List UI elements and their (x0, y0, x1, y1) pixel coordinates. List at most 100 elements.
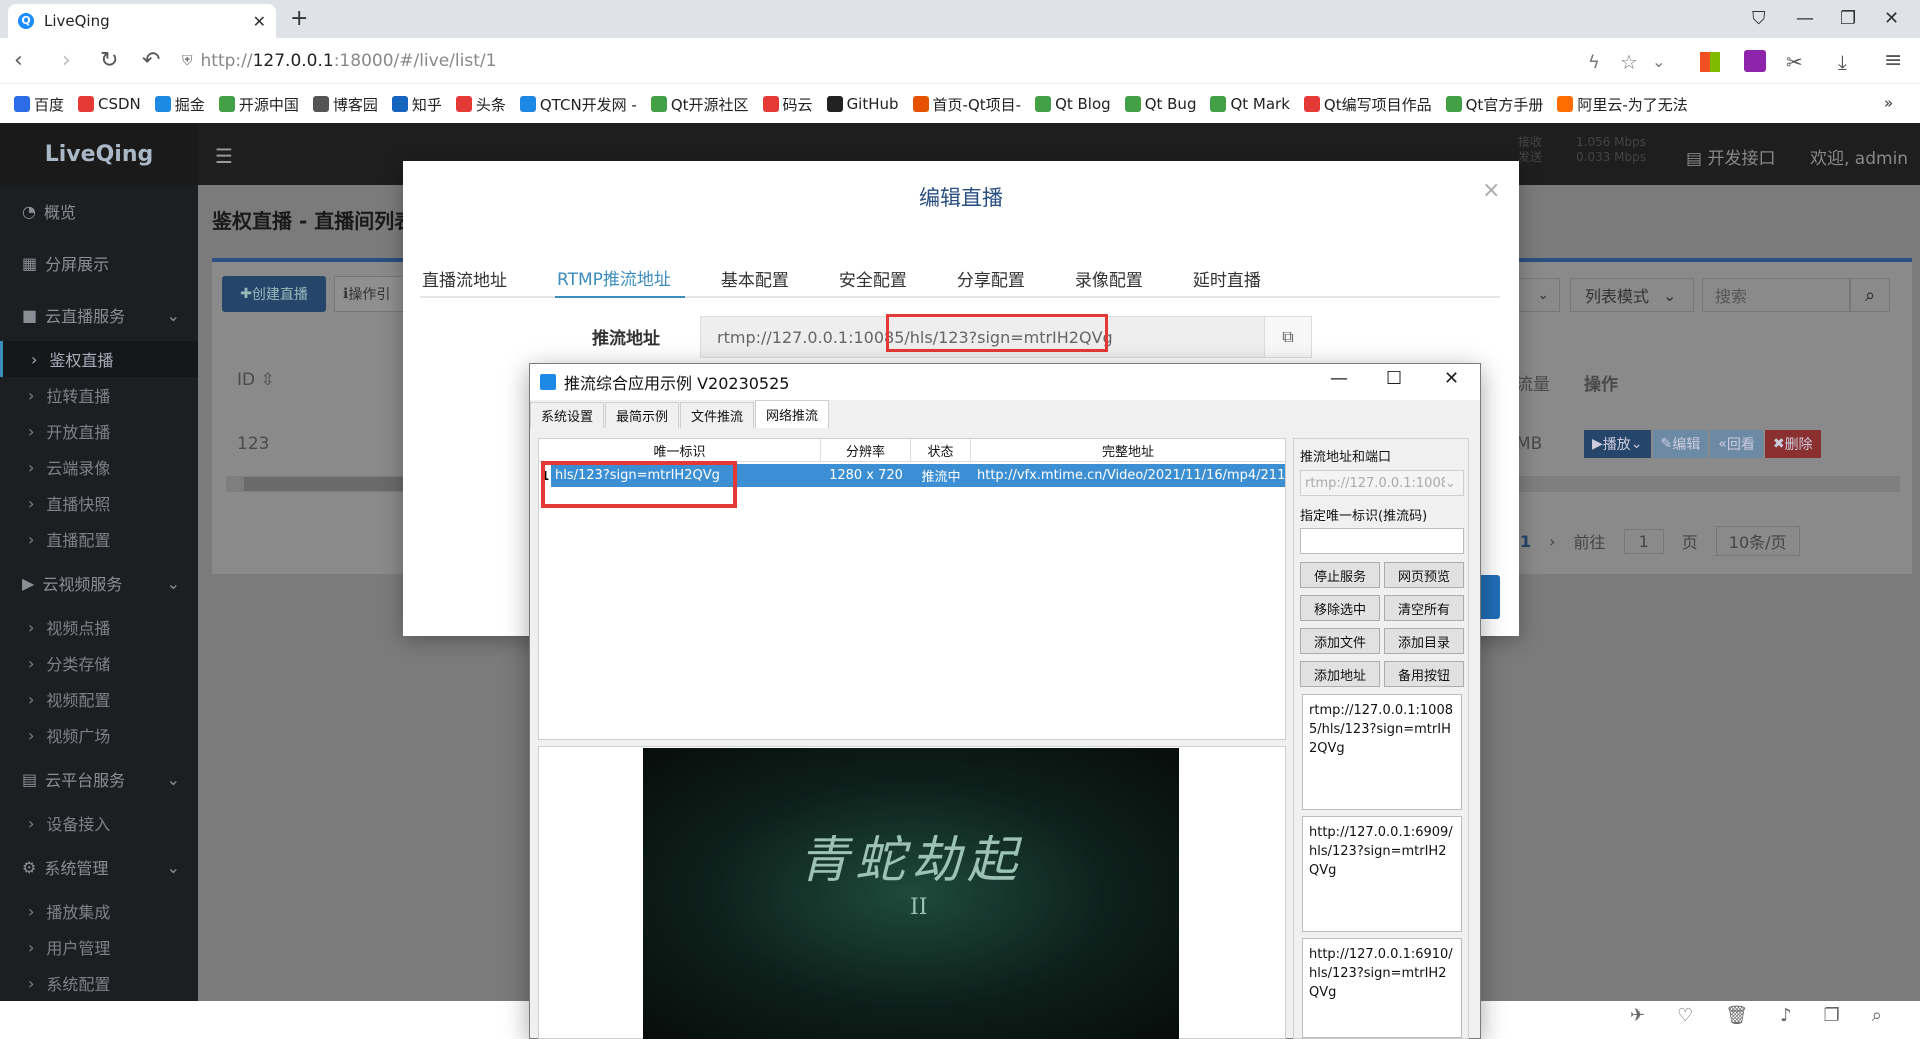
bookmark-item[interactable]: QTCN开发网 - (519, 94, 637, 115)
bookmark-item[interactable]: Qt官方手册 (1445, 94, 1543, 115)
bookmark-item[interactable]: 开源中国 (218, 94, 299, 115)
stream-id-input[interactable] (1300, 528, 1464, 554)
col-id-header[interactable]: ID ⇳ (237, 370, 275, 390)
copy-icon[interactable]: ⧉ (1264, 316, 1312, 358)
chevron-down-icon[interactable]: ⌄ (1652, 52, 1665, 71)
page-size-select[interactable]: 10条/页 (1715, 526, 1800, 556)
health-icon[interactable]: ♡ (1677, 1005, 1693, 1026)
bookmark-item[interactable]: Qt Mark (1210, 95, 1290, 113)
col-header-url[interactable]: 完整地址 (971, 439, 1285, 461)
welcome-user[interactable]: 欢迎, admin (1810, 144, 1908, 169)
window-tab[interactable]: 文件推流 (680, 402, 755, 428)
restore-icon[interactable]: ❐ (1840, 8, 1856, 29)
bookmark-item[interactable]: 知乎 (391, 94, 442, 115)
bookmark-item[interactable]: CSDN (78, 95, 141, 113)
bookmark-item[interactable]: 百度 (14, 94, 64, 115)
zoom-icon[interactable]: ⌕ (1872, 1005, 1882, 1026)
sidebar-group[interactable]: ▤ 云平台服务 ⌄ (0, 753, 198, 805)
bookmark-item[interactable]: 码云 (762, 94, 813, 115)
modal-tab[interactable]: 安全配置 (837, 258, 921, 298)
bookmark-item[interactable]: Qt Blog (1035, 95, 1111, 113)
download-icon[interactable]: ⤓ (1838, 50, 1847, 74)
sidebar-group[interactable]: ■ 云直播服务 ⌄ (0, 289, 198, 341)
hamburger-icon[interactable]: ☰ (215, 144, 233, 168)
operation-guide-button[interactable]: ℹ 操作引 (334, 276, 404, 312)
play-button[interactable]: ▶ 播放 ⌄ (1584, 430, 1651, 458)
scrollbar-thumb[interactable] (244, 477, 414, 491)
col-header-status[interactable]: 状态 (911, 439, 971, 461)
sidebar-subitem[interactable]: › 设备接入 (0, 805, 198, 841)
sidebar-group[interactable]: ▶ 云视频服务 ⌄ (0, 557, 198, 609)
reload-icon[interactable]: ↻ (100, 48, 118, 73)
sidebar-subitem[interactable]: › 直播配置 (0, 521, 198, 557)
sidebar-subitem[interactable]: › 播放集成 (0, 893, 198, 929)
modal-tab[interactable]: RTMP推流地址 (555, 258, 685, 298)
add-url-button[interactable]: 添加地址 (1300, 661, 1380, 687)
edit-button[interactable]: ✎ 编辑 (1652, 430, 1709, 458)
next-page-icon[interactable]: › (1549, 532, 1555, 551)
sidebar-subitem[interactable]: › 分类存储 (0, 645, 198, 681)
rtmp-url-text[interactable]: rtmp://127.0.0.1:10085/hls/123?sign=mtrI… (1302, 694, 1462, 810)
list-mode-select[interactable]: 列表模式 ⌄ (1570, 278, 1694, 312)
sidebar-subitem[interactable]: › 系统配置 (0, 965, 198, 1001)
spare-button[interactable]: 备用按钮 (1384, 661, 1464, 687)
url-field[interactable]: ⛨ http://127.0.0.1:18000/#/live/list/1 (176, 44, 1676, 78)
extension-icon[interactable] (1744, 50, 1766, 72)
sidebar-subitem[interactable]: › 视频广场 (0, 717, 198, 753)
win-maximize-icon[interactable]: ☐ (1386, 368, 1402, 389)
add-file-button[interactable]: 添加文件 (1300, 628, 1380, 654)
window-icon[interactable]: ❐ (1824, 1005, 1840, 1026)
clear-all-button[interactable]: 清空所有 (1384, 595, 1464, 621)
bookmark-item[interactable]: 掘金 (154, 94, 205, 115)
bookmark-item[interactable]: GitHub (826, 95, 899, 113)
lightning-icon[interactable]: ϟ (1588, 52, 1600, 73)
sidebar-subitem[interactable]: › 云端录像 (0, 449, 198, 485)
sidebar-subitem[interactable]: › 视频配置 (0, 681, 198, 717)
bookmarks-more[interactable]: » (1884, 94, 1893, 112)
rocket-icon[interactable]: ✈ (1630, 1005, 1645, 1026)
window-tab[interactable]: 最简示例 (605, 402, 680, 428)
sidebar-subitem[interactable]: › 用户管理 (0, 929, 198, 965)
trash-icon[interactable]: 🗑 (1725, 1005, 1748, 1026)
modal-tab[interactable]: 基本配置 (719, 258, 803, 298)
http-url-text-2[interactable]: http://127.0.0.1:6910/hls/123?sign=mtrIH… (1302, 938, 1462, 1038)
window-tab[interactable]: 系统设置 (530, 402, 605, 428)
browser-tab[interactable]: Q LiveQing ✕ (8, 4, 276, 38)
star-icon[interactable]: ☆ (1620, 50, 1638, 74)
shirt-icon[interactable]: ⛉ (1752, 8, 1766, 29)
bookmark-item[interactable]: 首页-Qt项目- (912, 94, 1021, 115)
api-link[interactable]: ▤ 开发接口 (1686, 144, 1775, 169)
modal-tab[interactable]: 分享配置 (955, 258, 1039, 298)
sidebar-item[interactable]: ◔ 概览 (0, 185, 198, 237)
goto-page-input[interactable]: 1 (1623, 528, 1664, 554)
undo-icon[interactable]: ↶ (142, 48, 160, 73)
apps-icon[interactable] (1700, 52, 1720, 72)
remove-selected-button[interactable]: 移除选中 (1300, 595, 1380, 621)
bookmark-item[interactable]: Qt编写项目作品 (1303, 94, 1432, 115)
http-url-text-1[interactable]: http://127.0.0.1:6909/hls/123?sign=mtrIH… (1302, 816, 1462, 932)
modal-tab[interactable]: 录像配置 (1073, 258, 1157, 298)
bookmark-item[interactable]: 阿里云-为了无法 (1557, 94, 1688, 115)
sidebar-subitem[interactable]: › 拉转直播 (0, 377, 198, 413)
menu-icon[interactable]: ≡ (1884, 48, 1902, 73)
minimize-icon[interactable]: — (1796, 8, 1814, 29)
create-live-button[interactable]: ✚ 创建直播 (222, 276, 326, 312)
delete-button[interactable]: ✖ 删除 (1764, 430, 1821, 458)
search-input[interactable]: 搜索 (1702, 278, 1850, 312)
win-minimize-icon[interactable]: — (1330, 368, 1348, 389)
web-preview-button[interactable]: 网页预览 (1384, 562, 1464, 588)
replay-button[interactable]: « 回看 (1710, 430, 1763, 458)
addr-port-combo[interactable]: rtmp://127.0.0.1:10085 ⌄ (1300, 470, 1464, 496)
bookmark-item[interactable]: Qt开源社区 (650, 94, 749, 115)
bookmark-item[interactable]: 头条 (455, 94, 506, 115)
volume-icon[interactable]: ♪ (1780, 1005, 1792, 1026)
search-icon[interactable]: ⌕ (1850, 278, 1890, 312)
win-close-icon[interactable]: ✕ (1444, 368, 1459, 389)
add-dir-button[interactable]: 添加目录 (1384, 628, 1464, 654)
close-tab-icon[interactable]: ✕ (253, 12, 266, 31)
col-header-id[interactable]: 唯一标识 (539, 439, 821, 461)
bookmark-item[interactable]: Qt Bug (1124, 95, 1196, 113)
modal-close-icon[interactable]: × (1482, 178, 1500, 203)
new-tab-button[interactable]: + (290, 6, 308, 31)
current-page[interactable]: 1 (1520, 532, 1531, 551)
